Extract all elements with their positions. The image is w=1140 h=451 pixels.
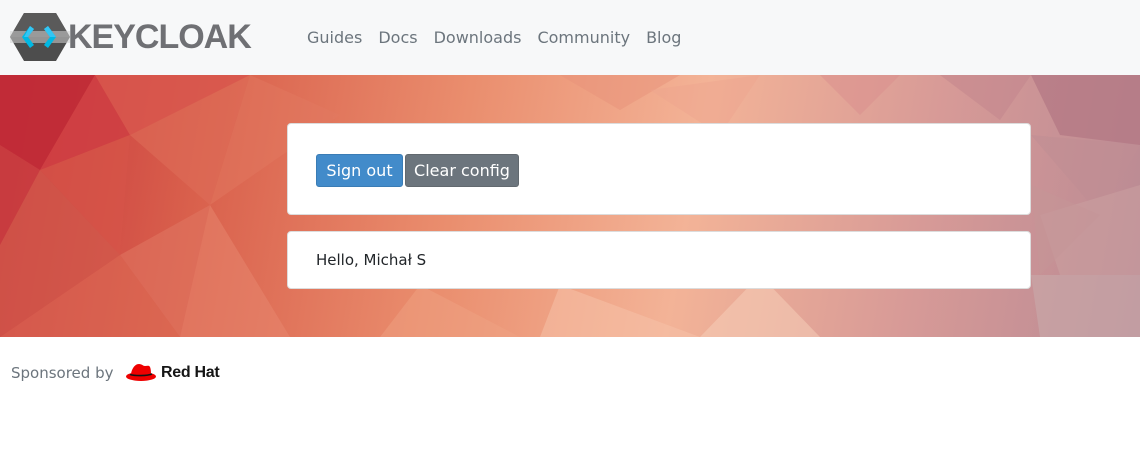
top-navbar: KEYCLOAK Guides Docs Downloads Community… (0, 0, 1140, 75)
sponsored-label: Sponsored by (11, 364, 114, 382)
nav-item-downloads[interactable]: Downloads (426, 0, 530, 75)
greeting-card: Hello, Michał S (287, 231, 1031, 289)
brand-name: KEYCLOAK (68, 18, 252, 56)
keycloak-logo-icon (10, 13, 70, 61)
main-nav: Guides Docs Downloads Community Blog (299, 0, 689, 75)
redhat-logo[interactable]: Red Hat (125, 361, 220, 385)
actions-card: Sign out Clear config (287, 123, 1031, 215)
nav-item-community[interactable]: Community (529, 0, 638, 75)
brand-logo[interactable]: KEYCLOAK (10, 12, 252, 62)
hero-banner: Sign out Clear config Hello, Michał S (0, 75, 1140, 337)
nav-item-blog[interactable]: Blog (638, 0, 689, 75)
nav-item-guides[interactable]: Guides (299, 0, 370, 75)
sign-out-button[interactable]: Sign out (316, 154, 403, 187)
greeting-text: Hello, Michał S (316, 251, 427, 269)
clear-config-button[interactable]: Clear config (405, 154, 519, 187)
footer: Sponsored by Red Hat (0, 337, 1140, 451)
sponsor-name: Red Hat (161, 364, 220, 381)
red-hat-icon (126, 364, 156, 381)
nav-item-docs[interactable]: Docs (370, 0, 425, 75)
